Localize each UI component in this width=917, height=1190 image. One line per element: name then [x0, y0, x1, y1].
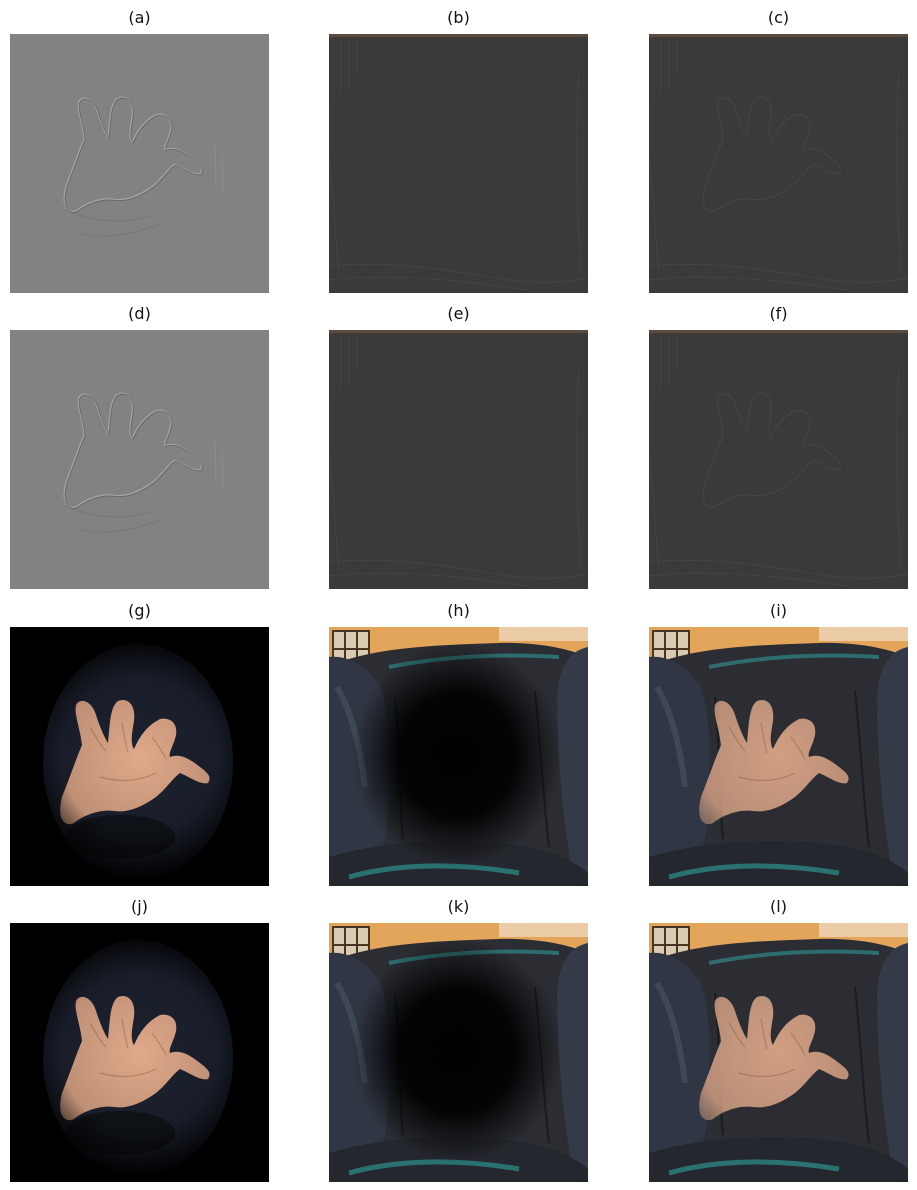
figure-panel: (l): [649, 892, 908, 1188]
edge-background: [329, 330, 588, 589]
panel-image: [329, 923, 588, 1182]
panel-image: [10, 923, 269, 1182]
panel-image: [649, 923, 908, 1182]
figure-panel: (g): [10, 596, 269, 892]
edge-background: [329, 34, 588, 293]
inpaint-hole: [352, 939, 562, 1163]
figure-panel: (e): [329, 299, 588, 595]
panel-caption: (a): [128, 8, 151, 27]
figure-panel: (a): [10, 3, 269, 299]
panel-image: [329, 34, 588, 293]
panel-image: [649, 34, 908, 293]
panel-caption: (e): [447, 304, 470, 323]
panel-caption: (c): [767, 8, 790, 27]
panel-image: [649, 330, 908, 589]
inpaint-hole: [352, 643, 562, 867]
figure-panel: (h): [329, 596, 588, 892]
panel-caption: (g): [128, 601, 151, 620]
panel-caption: (i): [770, 601, 787, 620]
panel-caption: (h): [447, 601, 470, 620]
figure-panel: (k): [329, 892, 588, 1188]
panel-image: [329, 627, 588, 886]
figure-panel: (b): [329, 3, 588, 299]
panel-image: [10, 330, 269, 589]
panel-image: [329, 330, 588, 589]
panel-caption: (l): [770, 897, 787, 916]
figure-panel: (f): [649, 299, 908, 595]
panel-caption: (b): [447, 8, 470, 27]
panel-caption: (f): [769, 304, 788, 323]
figure-panel: (d): [10, 299, 269, 595]
panel-image: [10, 627, 269, 886]
figure-panel: (i): [649, 596, 908, 892]
panel-caption: (d): [128, 304, 151, 323]
edge-background: [649, 34, 908, 293]
edge-background: [10, 34, 269, 293]
figure-panel: (j): [10, 892, 269, 1188]
panel-image: [10, 34, 269, 293]
panel-caption: (k): [447, 897, 470, 916]
panel-image: [649, 627, 908, 886]
edge-background: [649, 330, 908, 589]
panel-caption: (j): [131, 897, 148, 916]
figure-panel: (c): [649, 3, 908, 299]
edge-background: [10, 330, 269, 589]
